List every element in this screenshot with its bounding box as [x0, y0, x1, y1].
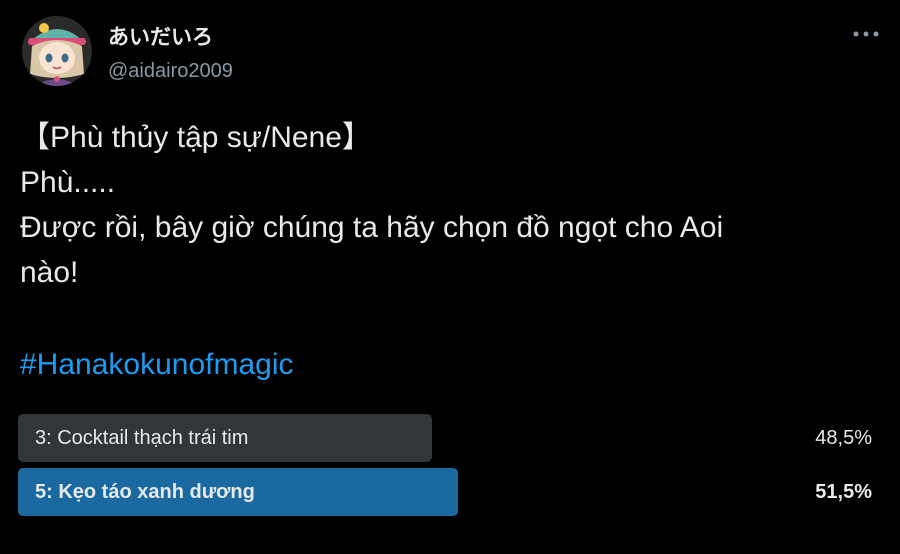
- more-options-button[interactable]: [848, 20, 884, 48]
- poll-option-percent: 48,5%: [815, 427, 872, 449]
- poll-option-percent: 51,5%: [815, 481, 872, 503]
- tweet-line: Được rồi, bây giờ chúng ta hãy chọn đồ n…: [20, 211, 724, 244]
- tweet: あいだいろ @aidairo2009 【Phù thủy tập sự/Nene…: [0, 0, 900, 554]
- hashtag-link[interactable]: #Hanakokunofmagic: [20, 342, 294, 387]
- poll-option: 3: Cocktail thạch trái tim 48,5%: [18, 414, 880, 462]
- tweet-line: 【Phù thủy tập sự/Nene】: [20, 121, 372, 154]
- poll-option-label: 5: Kẹo táo xanh dương: [35, 481, 255, 503]
- poll-option-label: 3: Cocktail thạch trái tim: [35, 427, 249, 449]
- more-dots-icon: [853, 31, 879, 37]
- tweet-line: Phù.....: [20, 166, 116, 199]
- author-handle[interactable]: @aidairo2009: [108, 58, 233, 84]
- poll-option-winner: 5: Kẹo táo xanh dương 51,5%: [18, 468, 880, 516]
- tweet-text: 【Phù thủy tập sự/Nene】 Phù..... Được rồi…: [20, 115, 880, 295]
- anime-character-avatar-icon: [22, 16, 92, 86]
- author-display-name[interactable]: あいだいろ: [108, 24, 213, 52]
- tweet-line: nào!: [20, 256, 79, 289]
- avatar[interactable]: [22, 16, 92, 86]
